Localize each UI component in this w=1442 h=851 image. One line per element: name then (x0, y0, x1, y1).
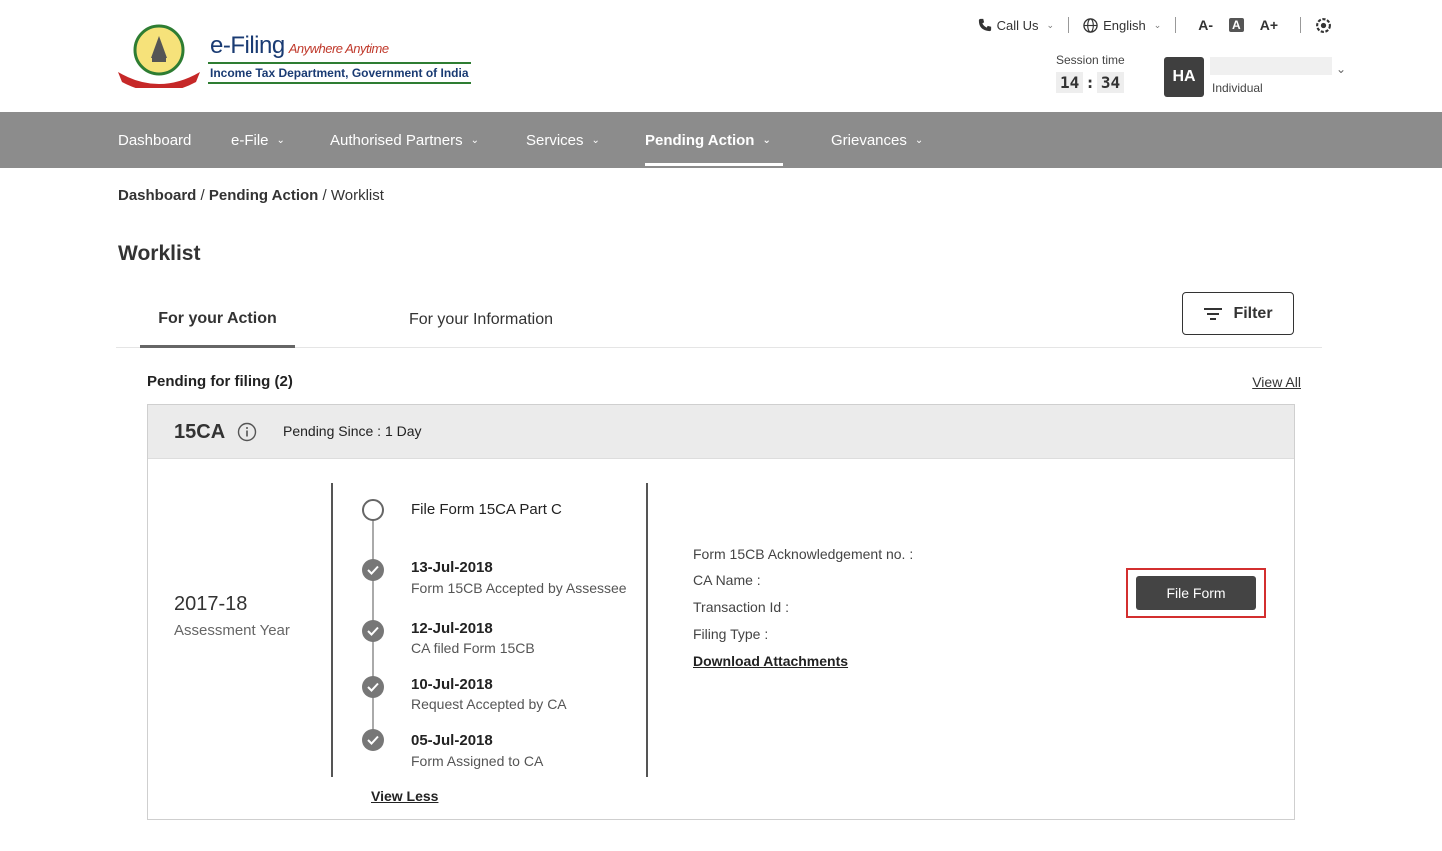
nav-label: Authorised Partners (330, 131, 463, 149)
phone-icon (978, 18, 991, 32)
session-timer: Session time 14 : 34 (1056, 53, 1146, 93)
filter-icon (1204, 307, 1223, 320)
chevron-down-icon: ⌄ (1046, 19, 1055, 30)
filter-label: Filter (1233, 304, 1273, 322)
view-all-link[interactable]: View All (1252, 374, 1301, 390)
assessment-year-value: 2017-18 (174, 593, 248, 615)
breadcrumb-separator: / (322, 187, 327, 204)
colon-separator: : (1085, 73, 1095, 92)
file-form-button[interactable]: File Form (1136, 576, 1256, 610)
timeline-step-title: File Form 15CA Part C (411, 501, 562, 518)
divider (1175, 17, 1177, 33)
nav-efile[interactable]: e-File ⌄ (231, 112, 285, 168)
chevron-down-icon: ⌄ (914, 134, 924, 146)
divider (1068, 17, 1070, 33)
highlight-box: File Form (1126, 568, 1266, 618)
nav-label: Pending Action (645, 131, 755, 149)
chevron-down-icon: ⌄ (470, 134, 479, 146)
info-icon[interactable] (237, 422, 257, 442)
utility-bar: Call Us ⌄ English ⌄ A- A A+ (978, 14, 1332, 36)
chevron-down-icon: ⌄ (762, 134, 771, 146)
timeline-date: 13-Jul-2018 (411, 559, 493, 576)
timeline-desc: Form Assigned to CA (411, 753, 544, 769)
assessment-year-label: Assessment Year (174, 622, 290, 639)
card-header: 15CA Pending Since : 1 Day (148, 405, 1294, 459)
user-name-redacted (1210, 57, 1332, 75)
header: e-Filing Anywhere Anytime Income Tax Depa… (0, 0, 1442, 112)
language-label: English (1103, 17, 1146, 33)
form-code: 15CA (174, 421, 226, 443)
check-circle-icon (362, 729, 384, 751)
nav-authorised-partners[interactable]: Authorised Partners ⌄ (330, 112, 479, 168)
font-decrease-button[interactable]: A- (1198, 17, 1213, 33)
chevron-down-icon: ⌄ (591, 134, 600, 146)
nav-label: Dashboard (118, 131, 192, 149)
timeline-desc: Request Accepted by CA (411, 696, 567, 712)
globe-icon (1083, 17, 1098, 33)
logo-title: e-Filing Anywhere Anytime (210, 32, 389, 59)
timeline-date: 05-Jul-2018 (411, 732, 493, 749)
session-clock: 14 : 34 (1056, 72, 1146, 93)
user-type: Individual (1212, 81, 1263, 95)
call-us-menu[interactable]: Call Us ⌄ (978, 18, 1054, 33)
logo-subtitle: Income Tax Department, Government of Ind… (208, 62, 471, 84)
filing-type-label: Filing Type : (693, 626, 769, 642)
tab-for-your-information[interactable]: For your Information (396, 292, 566, 348)
breadcrumb-current: Worklist (330, 187, 384, 204)
divider (331, 483, 333, 777)
font-normal-button[interactable]: A (1229, 18, 1244, 32)
main-nav: Dashboard e-File ⌄ Authorised Partners ⌄ S… (0, 112, 1442, 168)
timeline-desc: CA filed Form 15CB (411, 640, 535, 656)
pending-since: Pending Since : 1 Day (283, 423, 422, 439)
worklist-card: 15CA Pending Since : 1 Day 2017-18 Asses… (147, 404, 1295, 820)
transaction-id-label: Transaction Id : (693, 599, 789, 615)
nav-services[interactable]: Services ⌄ (526, 112, 600, 168)
nav-pending-action[interactable]: Pending Action ⌄ (645, 112, 783, 168)
divider (646, 483, 648, 777)
settings-icon[interactable] (1315, 17, 1332, 34)
page-title: Worklist (118, 242, 201, 265)
avatar[interactable]: HA (1164, 57, 1204, 97)
tab-for-your-action[interactable]: For your Action (140, 292, 295, 348)
timeline-desc: Form 15CB Accepted by Assessee (411, 580, 627, 596)
nav-grievances[interactable]: Grievances ⌄ (831, 112, 923, 168)
session-minutes: 34 (1096, 72, 1125, 93)
call-us-label: Call Us (996, 17, 1039, 33)
check-circle-icon (362, 559, 384, 581)
efiling-logo[interactable]: e-Filing Anywhere Anytime Income Tax Depa… (114, 22, 471, 92)
view-less-link[interactable]: View Less (371, 788, 438, 804)
nav-label: Grievances (831, 131, 907, 149)
check-circle-icon (362, 676, 384, 698)
breadcrumb: Dashboard / Pending Action / Worklist (118, 187, 384, 204)
chevron-down-icon[interactable]: ⌄ (1336, 62, 1346, 76)
ack-number-label: Form 15CB Acknowledgement no. : (693, 546, 914, 562)
worklist-tabs: For your Action For your Information (116, 292, 1322, 348)
nav-label: e-File (231, 131, 269, 149)
breadcrumb-separator: / (200, 187, 205, 204)
breadcrumb-pending-action[interactable]: Pending Action (209, 187, 318, 204)
session-label: Session time (1056, 53, 1125, 67)
language-menu[interactable]: English ⌄ (1083, 18, 1161, 33)
chevron-down-icon: ⌄ (1153, 19, 1162, 30)
timeline-date: 12-Jul-2018 (411, 620, 493, 637)
ca-name-label: CA Name : (693, 572, 761, 588)
download-attachments-link[interactable]: Download Attachments (693, 653, 848, 669)
check-circle-icon (362, 620, 384, 642)
nav-label: Services (526, 131, 584, 149)
session-hours: 14 (1056, 72, 1084, 93)
emblem-icon (118, 24, 200, 88)
timeline-pending-circle-icon (362, 499, 384, 521)
divider (1300, 17, 1301, 33)
filter-button[interactable]: Filter (1182, 292, 1294, 335)
nav-dashboard[interactable]: Dashboard (118, 112, 191, 168)
breadcrumb-dashboard[interactable]: Dashboard (118, 187, 196, 204)
logo-tagline: Anywhere Anytime (288, 41, 389, 56)
chevron-down-icon: ⌄ (276, 134, 285, 146)
pending-title: Pending for filing (2) (147, 373, 293, 390)
timeline-date: 10-Jul-2018 (411, 676, 493, 693)
font-increase-button[interactable]: A+ (1260, 17, 1278, 33)
